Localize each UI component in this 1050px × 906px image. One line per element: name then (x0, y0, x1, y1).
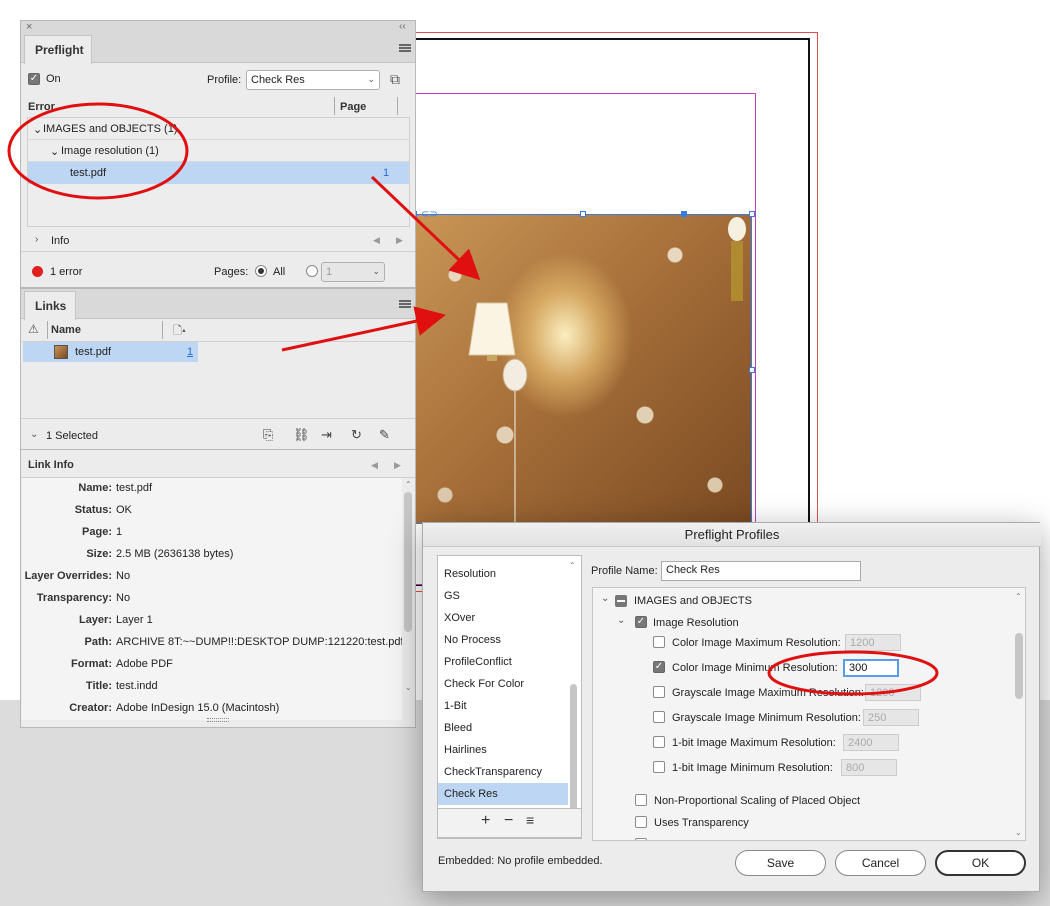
annotation-arrow (281, 306, 446, 352)
annotation-overlay (7, 102, 939, 696)
annotation-circle (7, 102, 189, 200)
annotation-circle (767, 650, 939, 696)
annotation-arrow (370, 175, 481, 281)
